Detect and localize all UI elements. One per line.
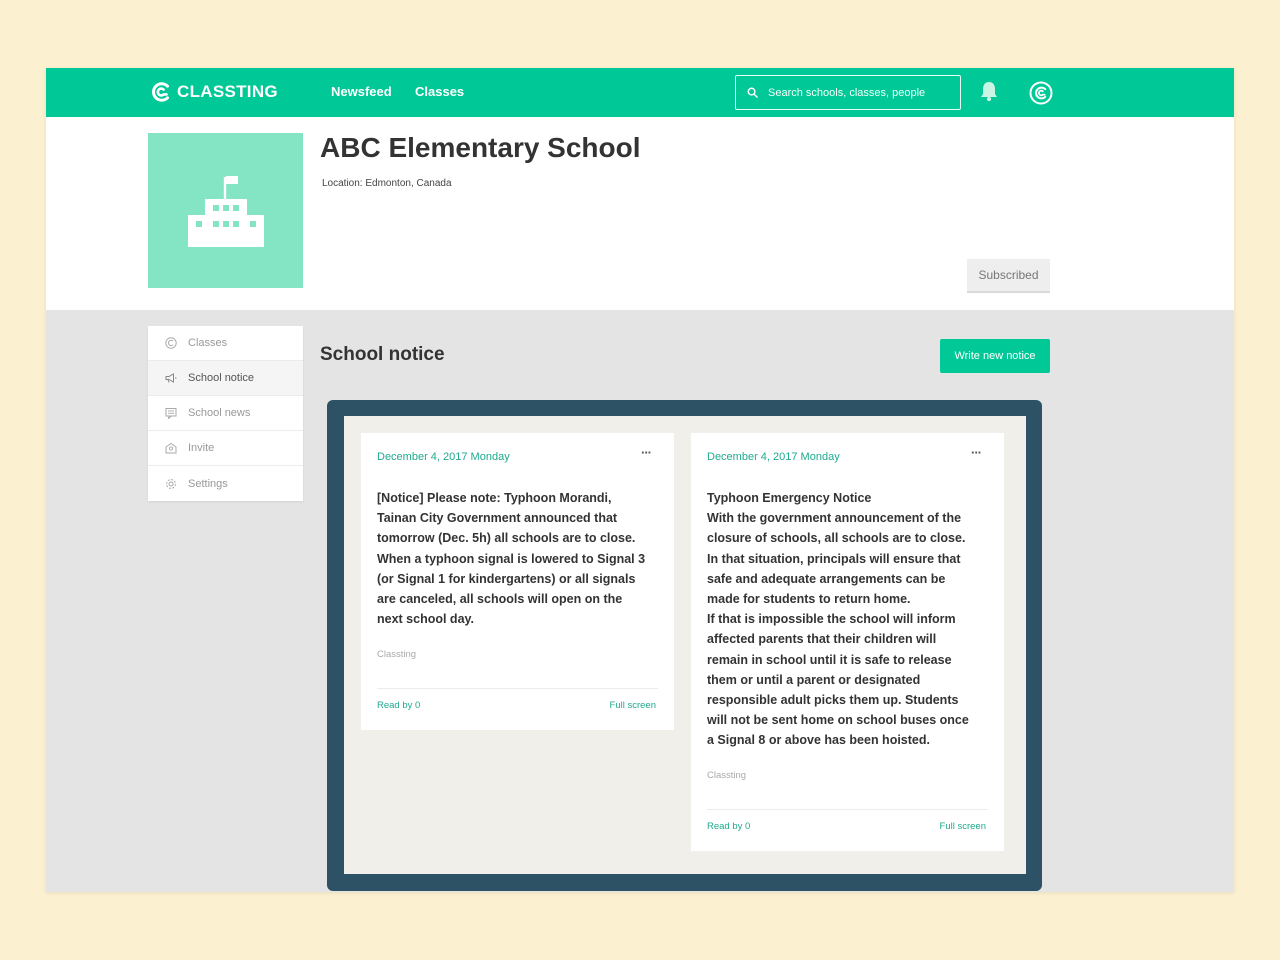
- nav-classes[interactable]: Classes: [415, 84, 464, 99]
- app-name: CLASSTING: [177, 82, 278, 101]
- notice-card[interactable]: December 4, 2017 Monday ··· Typhoon Emer…: [691, 433, 1004, 851]
- notice-source: Classting: [707, 770, 747, 781]
- more-options-icon[interactable]: ···: [971, 445, 982, 460]
- sidebar-item-label: Classes: [188, 337, 228, 349]
- read-count-link[interactable]: Read by 0: [707, 821, 750, 832]
- subscribed-button[interactable]: Subscribed: [967, 259, 1050, 293]
- classting-logo-icon: [152, 82, 169, 102]
- megaphone-icon: [165, 373, 177, 383]
- full-screen-link[interactable]: Full screen: [940, 821, 986, 832]
- card-divider: [707, 809, 988, 810]
- school-header: ABC Elementary School Location: Edmonton…: [46, 117, 1234, 310]
- card-divider: [377, 688, 658, 689]
- sidebar-item-label: School news: [188, 407, 251, 419]
- sidebar-item-classes[interactable]: Classes: [148, 326, 303, 361]
- search-box[interactable]: [735, 75, 961, 110]
- full-screen-link[interactable]: Full screen: [610, 700, 656, 711]
- app-window: CLASSTING Newsfeed Classes Search school…: [46, 68, 1234, 892]
- notice-body: [Notice] Please note: Typhoon Morandi, T…: [377, 491, 646, 627]
- nav-newsfeed[interactable]: Newsfeed: [331, 84, 392, 99]
- profile-avatar-icon[interactable]: [1029, 81, 1053, 105]
- invite-icon: [165, 442, 177, 454]
- school-image: [148, 133, 303, 288]
- school-building-icon: [187, 175, 264, 247]
- read-count-link[interactable]: Read by 0: [377, 700, 420, 711]
- sidebar-item-label: Settings: [188, 477, 228, 490]
- sidebar-item-invite[interactable]: Invite: [148, 431, 303, 466]
- notice-board-frame: December 4, 2017 Monday ··· [Notice] Ple…: [327, 400, 1042, 891]
- bell-icon[interactable]: [979, 80, 999, 102]
- write-new-notice-button[interactable]: Write new notice: [940, 339, 1050, 373]
- classting-icon: [165, 337, 177, 349]
- notice-date: December 4, 2017 Monday: [707, 451, 840, 463]
- sidebar-item-label: Invite: [188, 442, 215, 454]
- notice-source: Classting: [377, 649, 417, 660]
- search-icon: [747, 87, 758, 98]
- sidebar-item-label: School notice: [188, 372, 255, 384]
- school-sidebar: Classes School notice School news Invite…: [148, 326, 303, 501]
- sidebar-item-school-news[interactable]: School news: [148, 396, 303, 431]
- gear-icon: [166, 478, 176, 489]
- search-input[interactable]: [768, 86, 958, 99]
- school-location: Location: Edmonton, Canada: [322, 178, 452, 189]
- notice-date: December 4, 2017 Monday: [377, 451, 510, 463]
- sidebar-item-settings[interactable]: Settings: [148, 466, 303, 501]
- notice-card[interactable]: December 4, 2017 Monday ··· [Notice] Ple…: [361, 433, 674, 730]
- notice-board: December 4, 2017 Monday ··· [Notice] Ple…: [344, 416, 1026, 874]
- classting-logo[interactable]: CLASSTING: [150, 81, 278, 103]
- section-title: School notice: [320, 344, 445, 365]
- more-options-icon[interactable]: ···: [641, 445, 652, 460]
- notice-body: Typhoon Emergency Notice With the govern…: [707, 491, 969, 748]
- news-icon: [165, 408, 177, 419]
- top-nav-bar: CLASSTING Newsfeed Classes: [46, 68, 1234, 117]
- school-title: ABC Elementary School: [320, 132, 641, 163]
- sidebar-item-school-notice[interactable]: School notice: [148, 361, 303, 396]
